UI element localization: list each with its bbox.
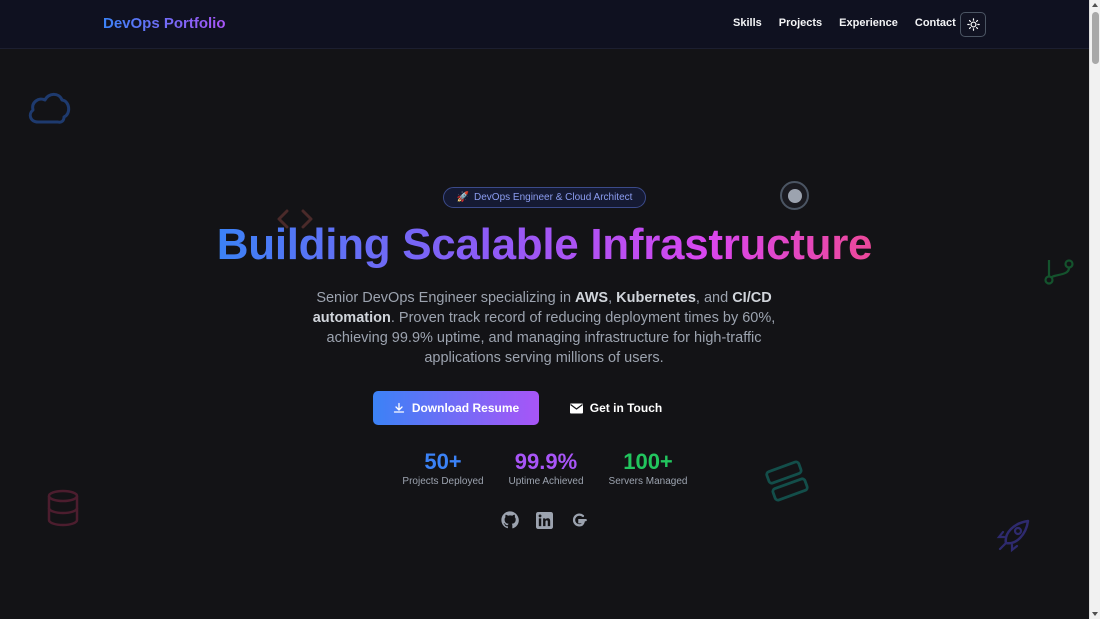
stat-label: Uptime Achieved [508, 476, 584, 487]
database-icon [47, 489, 79, 527]
page: DevOps Portfolio Skills Projects Experie… [0, 0, 1089, 619]
nav-links: Skills Projects Experience Contact [733, 17, 956, 29]
stat-label: Projects Deployed [402, 476, 484, 487]
stat-uptime: 99.9% Uptime Achieved [503, 449, 589, 488]
google-link[interactable] [570, 511, 588, 529]
linkedin-link[interactable] [535, 511, 553, 529]
hero-title: Building Scalable Infrastructure [216, 220, 873, 269]
stat-value: 99.9% [514, 449, 578, 474]
get-in-touch-button[interactable]: Get in Touch [561, 391, 671, 425]
page-scrollbar[interactable] [1089, 0, 1100, 619]
role-badge: 🚀 DevOps Engineer & Cloud Architect [443, 187, 646, 208]
scroll-up-arrow-icon[interactable] [1092, 3, 1098, 7]
scroll-thumb[interactable] [1092, 12, 1099, 64]
scroll-down-arrow-icon[interactable] [1092, 612, 1098, 616]
nav-link-experience[interactable]: Experience [839, 17, 898, 29]
github-icon [501, 511, 519, 529]
nav-link-projects[interactable]: Projects [779, 17, 822, 29]
role-badge-text: DevOps Engineer & Cloud Architect [474, 192, 633, 203]
stat-value: 50+ [424, 449, 462, 474]
google-icon [572, 513, 587, 527]
stat-label: Servers Managed [608, 476, 688, 487]
mail-icon [569, 403, 583, 413]
sun-icon [966, 18, 980, 31]
status-indicator [780, 181, 809, 210]
stat-value: 100+ [623, 449, 673, 474]
download-icon [393, 402, 404, 413]
download-resume-button[interactable]: Download Resume [373, 391, 539, 425]
stat-servers: 100+ Servers Managed [605, 449, 691, 488]
brand-logo[interactable]: DevOps Portfolio [103, 15, 226, 32]
nav-link-contact[interactable]: Contact [915, 17, 956, 29]
theme-toggle-button[interactable] [960, 12, 986, 37]
rocket-emoji-icon: 🚀 [456, 192, 470, 203]
linkedin-icon [535, 511, 553, 529]
github-link[interactable] [501, 511, 519, 529]
stat-projects: 50+ Projects Deployed [400, 449, 486, 488]
hero-description: Senior DevOps Engineer specializing in A… [312, 290, 776, 366]
navbar: DevOps Portfolio Skills Projects Experie… [0, 0, 1089, 49]
nav-link-skills[interactable]: Skills [733, 17, 762, 29]
server-icon [765, 460, 809, 502]
cloud-icon [28, 92, 71, 124]
rocket-icon [996, 519, 1030, 553]
